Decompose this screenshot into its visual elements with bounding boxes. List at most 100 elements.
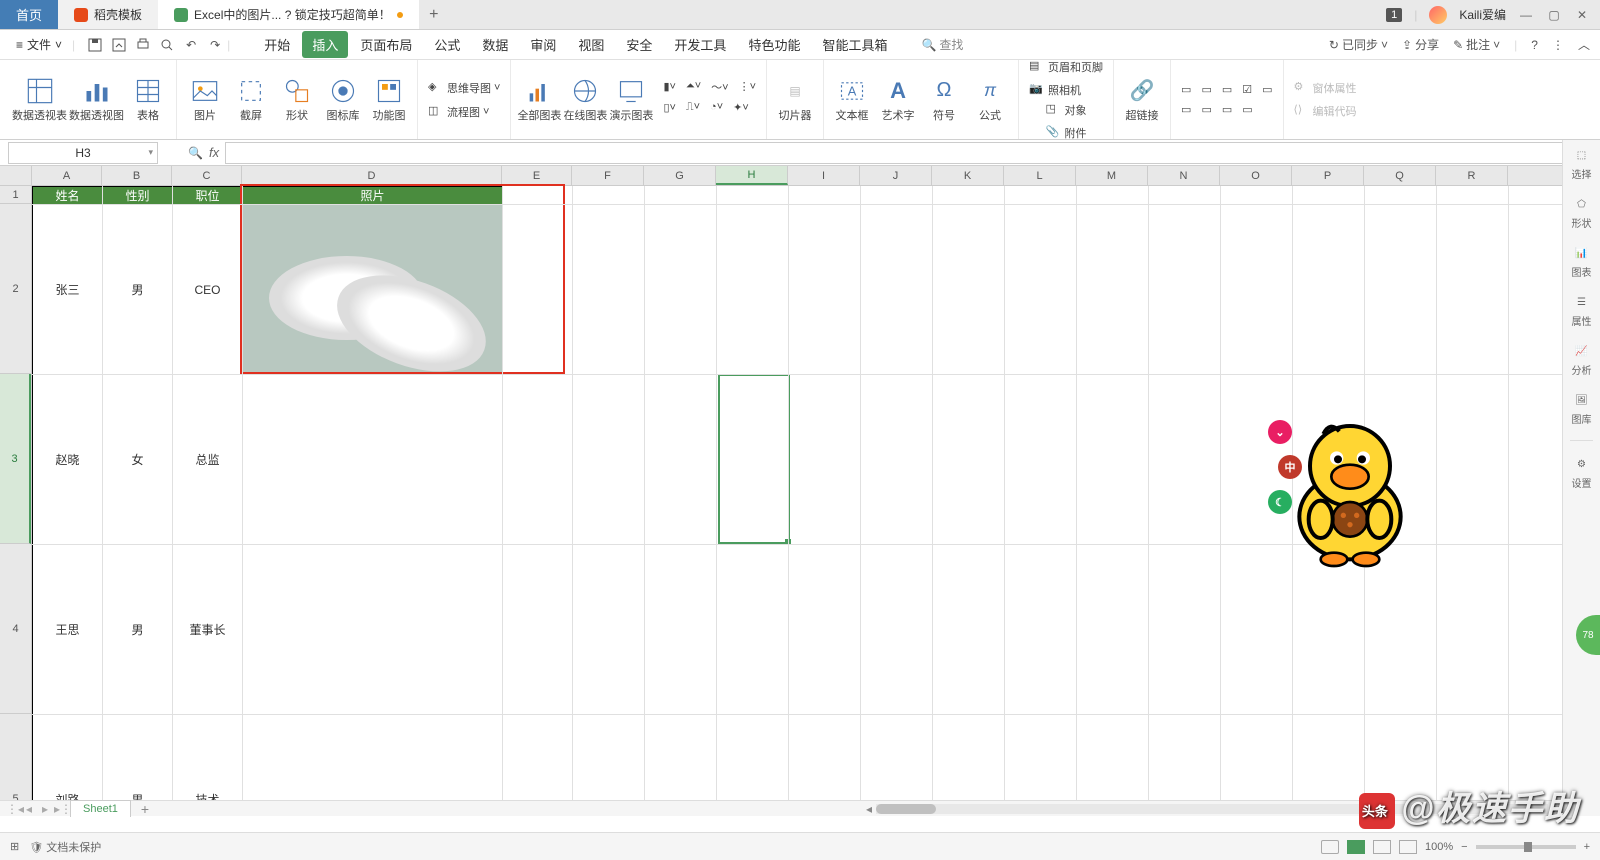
tab-current-doc[interactable]: Excel中的图片... ? 锁定技巧超简单！ [158,0,419,29]
wordart-button[interactable]: A艺术字 [876,77,920,123]
col-header-K[interactable]: K [932,166,1004,185]
col-header-O[interactable]: O [1220,166,1292,185]
save-as-icon[interactable] [111,37,127,53]
preview-icon[interactable] [159,37,175,53]
ime-badge-3[interactable]: ☾ [1268,490,1292,514]
tab-templates[interactable]: 稻壳模板 [58,0,158,29]
formula-input[interactable] [225,142,1590,164]
table-cell[interactable]: 总监 [173,375,243,545]
col-header-B[interactable]: B [102,166,172,185]
camera-button[interactable]: 📷照相机 [1025,80,1107,100]
ribbon-tab-5[interactable]: 审阅 [520,31,566,58]
user-avatar[interactable] [1429,6,1447,24]
ribbon-tab-0[interactable]: 开始 [254,31,300,58]
row-header-4[interactable]: 4 [0,544,31,714]
ribbon-tab-8[interactable]: 开发工具 [664,31,736,58]
table-cell[interactable]: 赵晓 [33,375,103,545]
ime-badge-1[interactable]: ⌄ [1268,420,1292,444]
ribbon-tab-10[interactable]: 智能工具箱 [812,31,897,58]
table-cell[interactable]: 男 [103,545,173,715]
view-page-icon[interactable] [1373,840,1391,854]
save-icon[interactable] [87,37,103,53]
chart-col-icon[interactable]: ▯˅ [659,99,679,116]
sheet-nav-next[interactable]: ▸ [38,802,52,816]
icons-button[interactable]: 图标库 [321,77,365,123]
row-header-1[interactable]: 1 [0,186,31,204]
symbol-button[interactable]: Ω符号 [922,77,966,123]
col-header-I[interactable]: I [788,166,860,185]
sheet-nav-last[interactable]: ▸⋮ [54,802,68,816]
all-charts-button[interactable]: 全部图表 [517,77,561,123]
form-ctrl-icon[interactable]: ▭ [1177,81,1195,98]
help-icon[interactable]: ? [1531,38,1538,52]
zoom-level[interactable]: 100% [1425,841,1453,853]
col-header-G[interactable]: G [644,166,716,185]
object-button[interactable]: ◳对象 [1042,100,1091,120]
share-button[interactable]: ⇪ 分享 [1402,36,1439,53]
table-cell[interactable] [243,205,503,375]
ribbon-tab-3[interactable]: 公式 [424,31,470,58]
name-box[interactable]: H3 [8,142,158,164]
tab-home[interactable]: 首页 [0,0,58,29]
doc-protect-status[interactable]: 🛡 文档未保护 [29,839,101,855]
sidepanel-分析[interactable]: 📈分析 [1572,342,1592,377]
ribbon-tab-6[interactable]: 视图 [568,31,614,58]
undo-icon[interactable]: ↶ [183,37,199,53]
fx-search-icon[interactable]: 🔍 [188,146,203,160]
table-cell[interactable]: 张三 [33,205,103,375]
chart-area-icon[interactable]: ⏶˅ [682,77,705,97]
col-header-N[interactable]: N [1148,166,1220,185]
equation-button[interactable]: π公式 [968,77,1012,123]
table-cell[interactable]: 王思 [33,545,103,715]
shapes-button[interactable]: 形状 [275,77,319,123]
col-header-A[interactable]: A [32,166,102,185]
online-charts-button[interactable]: 在线图表 [563,77,607,123]
table-cell[interactable]: 董事长 [173,545,243,715]
row-header-3[interactable]: 3 [0,374,31,544]
col-header-F[interactable]: F [572,166,644,185]
sidepanel-选择[interactable]: ⬚选择 [1572,146,1592,181]
redo-icon[interactable]: ↷ [207,37,223,53]
col-header-Q[interactable]: Q [1364,166,1436,185]
table-cell[interactable]: CEO [173,205,243,375]
sheet-nav-prev[interactable]: ◂ [22,802,36,816]
search-commands[interactable]: 🔍查找 [921,36,963,53]
table-cell[interactable] [243,375,503,545]
col-header-P[interactable]: P [1292,166,1364,185]
zoom-slider[interactable] [1476,845,1576,849]
sidepanel-设置[interactable]: ⚙设置 [1572,455,1592,490]
file-menu[interactable]: ≡ 文件 ˅ [10,34,68,55]
zoom-in-icon[interactable]: + [1584,841,1590,853]
ribbon-tab-1[interactable]: 插入 [302,31,348,58]
pivot-table-button[interactable]: 数据透视表 [12,77,67,123]
chart-bar-icon[interactable]: ▮˅ [659,77,679,97]
new-tab-button[interactable]: + [419,0,449,29]
ribbon-tab-9[interactable]: 特色功能 [738,31,810,58]
notification-badge[interactable]: 1 [1386,8,1402,22]
minimize-button[interactable]: — [1518,7,1534,23]
select-all-corner[interactable] [0,166,32,186]
col-header-H[interactable]: H [716,166,788,185]
view-normal-icon[interactable] [1347,840,1365,854]
col-header-D[interactable]: D [242,166,502,185]
attachment-button[interactable]: 📎附件 [1042,123,1091,143]
pivot-chart-button[interactable]: 数据透视图 [69,77,124,123]
table-cell[interactable]: 女 [103,375,173,545]
table-cell[interactable]: 男 [103,205,173,375]
fx-icon[interactable]: fx [209,145,219,160]
chart-radar-icon[interactable]: ✦˅ [729,99,753,116]
hyperlink-button[interactable]: 🔗超链接 [1120,77,1164,123]
print-icon[interactable] [135,37,151,53]
sheet-tab[interactable]: Sheet1 [70,800,131,817]
screenshot-button[interactable]: 截屏 [229,77,273,123]
col-header-J[interactable]: J [860,166,932,185]
sync-status[interactable]: ↻ 已同步 ˅ [1329,36,1388,53]
chart-stock-icon[interactable]: ⎍˅ [682,99,704,116]
ribbon-tab-2[interactable]: 页面布局 [350,31,422,58]
sidepanel-图表[interactable]: 📊图表 [1572,244,1592,279]
maximize-button[interactable]: ▢ [1546,7,1562,23]
table-cell[interactable] [243,545,503,715]
sidepanel-形状[interactable]: ⬠形状 [1572,195,1592,230]
col-header-C[interactable]: C [172,166,242,185]
close-button[interactable]: ✕ [1574,7,1590,23]
